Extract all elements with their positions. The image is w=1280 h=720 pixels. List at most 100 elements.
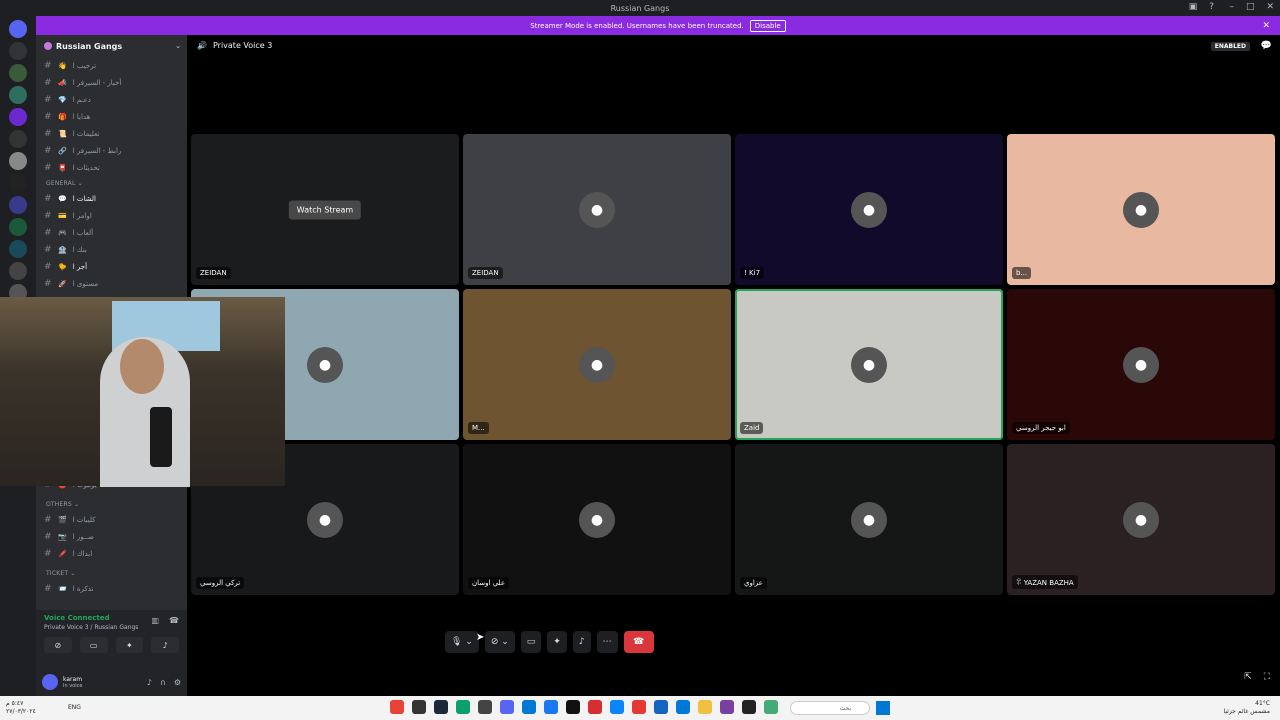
server-icon[interactable] (9, 152, 27, 170)
app-icon[interactable] (654, 700, 668, 714)
popout-icon[interactable]: ⇱ (1244, 672, 1252, 682)
channel-item[interactable]: # 🎬 كليبات ا (36, 511, 187, 528)
category-others[interactable]: OTHERS ⌄ (36, 497, 187, 511)
soundboard-button[interactable]: ♪ (572, 631, 591, 653)
server-icon[interactable] (9, 218, 27, 236)
activity-button[interactable]: ✦ (115, 637, 144, 653)
server-icon[interactable] (9, 64, 27, 82)
watch-stream-button[interactable]: Watch Stream (288, 200, 362, 219)
participant-tile[interactable]: ● Zaid (735, 289, 1003, 440)
gear-icon[interactable]: ⚙ (174, 678, 181, 687)
channel-item[interactable]: # 📨 تذكرة ا (36, 580, 187, 597)
chrome-icon[interactable] (390, 700, 404, 714)
server-icon[interactable] (9, 196, 27, 214)
explorer-icon[interactable] (698, 700, 712, 714)
language-indicator[interactable]: ENG (68, 704, 81, 711)
inbox-icon[interactable]: ▣ (1189, 2, 1198, 12)
channel-item[interactable]: # 💳 اوامر ا (36, 207, 187, 224)
category-ticket[interactable]: TICKET ⌄ (36, 566, 187, 580)
clock[interactable]: ٥:٤٧ م ٢٧/٠٣/٢٠٢٤ (6, 700, 36, 716)
minimize-button[interactable]: – (1229, 2, 1234, 12)
end-call-button[interactable]: ☎ (623, 631, 654, 653)
app-icon[interactable] (742, 700, 756, 714)
channel-item[interactable]: # 🐤 أجر ا (36, 258, 187, 275)
fullscreen-icon[interactable]: ⛶ (1264, 672, 1270, 682)
more-button[interactable]: ⋯ (596, 631, 618, 653)
signal-icon[interactable]: ▥ (151, 616, 159, 625)
maximize-button[interactable]: □ (1246, 2, 1255, 12)
tiktok-icon[interactable] (566, 700, 580, 714)
guild-header[interactable]: Russian Gangs ⌄ (36, 35, 187, 57)
channel-item[interactable]: # 🚀 مستوى ا (36, 275, 187, 292)
screen-share-button[interactable]: ▭ (79, 637, 108, 653)
participant-tile[interactable]: ● علي اوسان (463, 444, 731, 595)
app-icon[interactable] (610, 700, 624, 714)
avatar[interactable] (42, 674, 58, 690)
windows-start-icon[interactable] (876, 701, 890, 715)
participant-name: عزاوي (740, 577, 767, 589)
server-icon[interactable] (9, 262, 27, 280)
channel-item[interactable]: # 🖍️ ابداك ا (36, 545, 187, 562)
channel-emoji: 🎬 (58, 515, 67, 524)
participant-tile[interactable]: ● ZEIDAN (463, 134, 731, 285)
server-icon[interactable] (9, 86, 27, 104)
category-general[interactable]: GENERAL ⌄ (36, 176, 187, 190)
disable-streamer-mode-button[interactable]: Disable (749, 19, 786, 32)
app-icon[interactable] (632, 700, 646, 714)
app-icon[interactable] (456, 700, 470, 714)
discord-icon[interactable] (500, 700, 514, 714)
channel-item[interactable]: # 🎮 ألعاب ا (36, 224, 187, 241)
close-icon[interactable]: ✕ (1262, 21, 1270, 31)
channel-item[interactable]: # 🎁 هدايا ا (36, 108, 187, 125)
terminal-icon[interactable] (412, 700, 426, 714)
server-icon[interactable] (9, 240, 27, 258)
discord-home-icon[interactable] (9, 20, 27, 38)
facebook-icon[interactable] (544, 700, 558, 714)
share-screen-button[interactable]: ▭ (520, 631, 542, 653)
camera-toggle-button[interactable]: ⊘ ⌄ (484, 631, 515, 653)
weather-widget[interactable]: 41°C مشمس غائم جزئيا (1224, 700, 1270, 716)
hash-icon: # (44, 111, 52, 122)
participant-tile[interactable]: ● ! Ki7 (735, 134, 1003, 285)
obs-icon[interactable] (478, 700, 492, 714)
app-icon[interactable] (588, 700, 602, 714)
steam-icon[interactable] (434, 700, 448, 714)
chevron-down-icon: ⌄ (175, 42, 181, 50)
close-window-button[interactable]: ✕ (1266, 2, 1274, 12)
participant-tile[interactable]: Watch Stream ZEIDAN (191, 134, 459, 285)
disconnect-icon[interactable]: ☎ (169, 616, 179, 625)
channel-item[interactable]: # 👋 ترحيب ا (36, 57, 187, 74)
participant-tile[interactable]: ● عزاوي (735, 444, 1003, 595)
search-input[interactable]: بحث (790, 701, 870, 715)
app-icon[interactable] (720, 700, 734, 714)
edge-icon[interactable] (676, 700, 690, 714)
headphones-icon[interactable]: ∩ (160, 678, 166, 687)
server-icon[interactable] (9, 108, 27, 126)
chat-icon[interactable]: 💬 (1261, 41, 1272, 51)
participant-tile[interactable]: ● b... (1007, 134, 1275, 285)
avatar: ● (851, 501, 887, 538)
server-icon[interactable] (9, 42, 27, 60)
mic-icon[interactable]: ♪ (147, 678, 152, 687)
mute-button[interactable]: 🎙 ⌄ (445, 631, 479, 653)
channel-item[interactable]: # 📣 أخبار - السيرفر ا (36, 74, 187, 91)
channel-item[interactable]: # 📷 صــور ا (36, 528, 187, 545)
channel-item[interactable]: # 🏦 بنك ا (36, 241, 187, 258)
participant-tile[interactable]: ● M... (463, 289, 731, 440)
soundboard-button[interactable]: ♪ (151, 637, 179, 653)
channel-item[interactable]: # 💬 الشات ا (36, 190, 187, 207)
channel-item[interactable]: # 🔗 رابط - السيرفر ا (36, 142, 187, 159)
help-icon[interactable]: ? (1209, 2, 1214, 12)
app-icon[interactable] (522, 700, 536, 714)
participant-tile[interactable]: ● ابو جيجر الروسي (1007, 289, 1275, 440)
activities-button[interactable]: ✦ (547, 631, 567, 653)
server-icon[interactable] (9, 174, 27, 192)
channel-item[interactable]: # 📮 تحديثات ا (36, 159, 187, 176)
participant-tile[interactable]: ● ꋖ YAZAN BAZHA (1007, 444, 1275, 595)
server-icon[interactable] (9, 130, 27, 148)
voice-channel-path[interactable]: Private Voice 3 / Russian Gangs (44, 624, 179, 631)
app-icon[interactable] (764, 700, 778, 714)
channel-item[interactable]: # 📜 تعليمات ا (36, 125, 187, 142)
camera-button[interactable]: ⊘ (44, 637, 72, 653)
channel-item[interactable]: # 💎 دعـم ا (36, 91, 187, 108)
